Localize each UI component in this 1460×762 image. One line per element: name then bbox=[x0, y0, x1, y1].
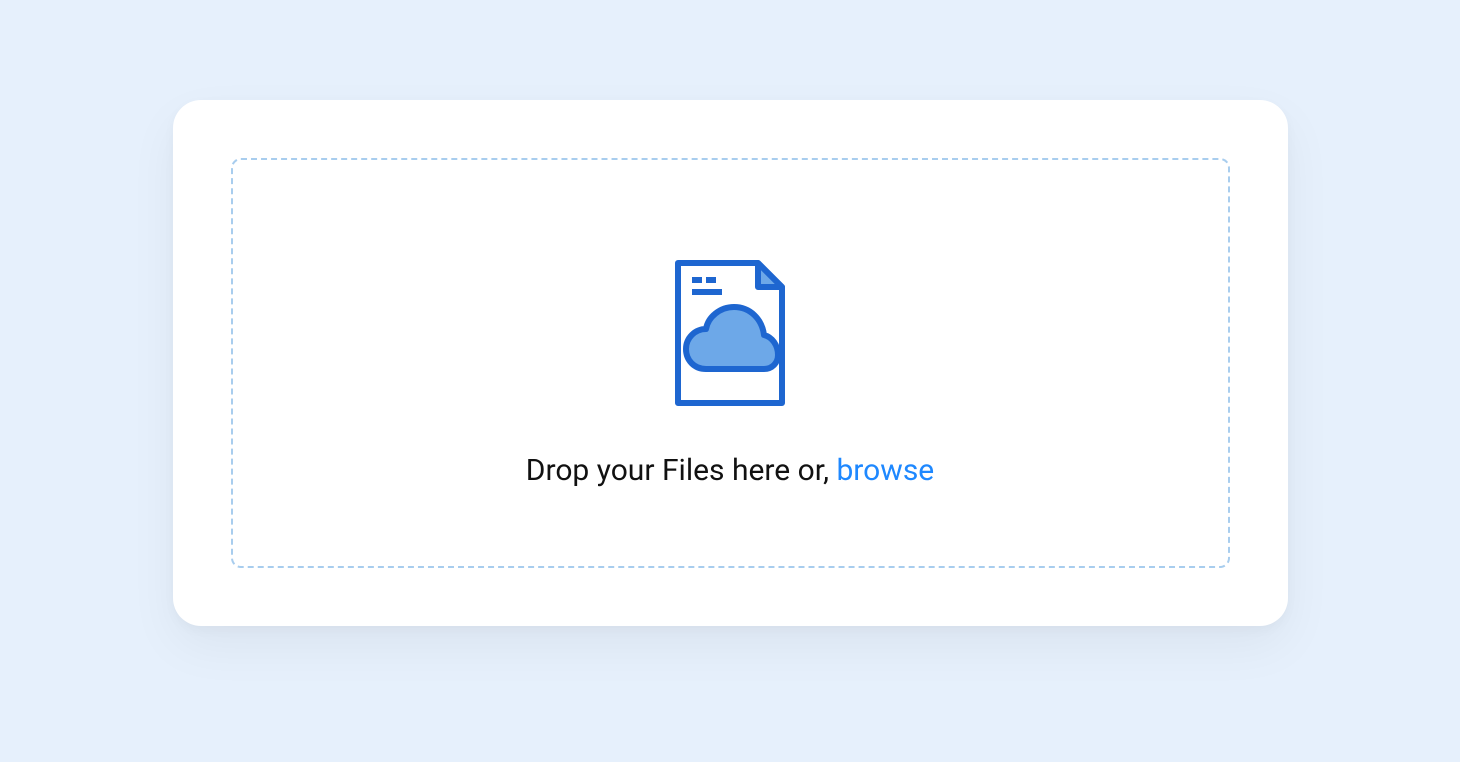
dropzone-prompt-label: Drop your Files here or, bbox=[526, 453, 837, 488]
upload-card: Drop your Files here or, browse bbox=[173, 100, 1288, 626]
browse-link[interactable]: browse bbox=[836, 453, 934, 488]
file-cloud-icon bbox=[672, 259, 788, 413]
dropzone-text: Drop your Files here or, browse bbox=[526, 453, 934, 488]
file-dropzone[interactable]: Drop your Files here or, browse bbox=[231, 158, 1230, 568]
